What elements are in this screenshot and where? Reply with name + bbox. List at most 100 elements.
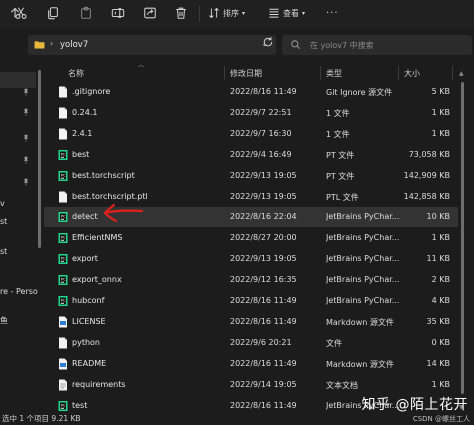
doc-icon bbox=[58, 107, 68, 119]
nav-scrollbar[interactable] bbox=[38, 70, 41, 248]
sidebar-item[interactable]: v bbox=[0, 194, 40, 214]
pycharm-icon: PC bbox=[58, 274, 68, 286]
rename-icon[interactable] bbox=[111, 6, 125, 20]
file-name: best.torchscript.ptl bbox=[72, 191, 148, 201]
sort-button[interactable]: 排序 ▾ bbox=[208, 6, 245, 20]
pin-icon bbox=[22, 156, 30, 164]
file-type: Git Ignore 源文件 bbox=[326, 88, 393, 97]
delete-icon[interactable] bbox=[174, 6, 188, 20]
column-header-name[interactable]: 名称 bbox=[68, 68, 84, 79]
file-size: 11 KB bbox=[426, 254, 450, 264]
file-type: Markdown 源文件 bbox=[326, 359, 394, 369]
file-date: 2022/9/12 16:35 bbox=[230, 275, 297, 285]
file-row[interactable]: PC export 2022/9/13 19:05 JetBrains PyChar.… bbox=[44, 249, 458, 269]
file-row[interactable]: PC export_onnx 2022/9/12 16:35 JetBrains Py… bbox=[44, 270, 458, 290]
svg-text:PC: PC bbox=[61, 215, 66, 219]
file-row[interactable]: LICENSE 2022/8/16 11:49 Markdown 源文件 35 KB bbox=[44, 312, 458, 332]
file-type: Markdown 源文件 bbox=[326, 317, 394, 327]
sidebar-item[interactable]: re - Perso bbox=[0, 282, 40, 302]
watermark-zhihu: 知乎 @陌上花开 bbox=[361, 397, 468, 413]
view-label: 查看 bbox=[283, 8, 299, 18]
file-date: 2022/9/13 19:05 bbox=[230, 254, 297, 264]
file-size: 142,858 KB bbox=[403, 191, 450, 201]
file-name: python bbox=[72, 337, 100, 347]
file-row[interactable]: 0.24.1 2022/9/7 22:51 1 文件 1 KB bbox=[44, 103, 458, 123]
chevron-down-icon: ▾ bbox=[242, 9, 246, 17]
sidebar-item[interactable]: st bbox=[0, 212, 40, 232]
file-type: 文本文档 bbox=[326, 380, 358, 390]
view-button[interactable]: 查看 ▾ bbox=[268, 6, 305, 20]
column-divider[interactable] bbox=[398, 66, 399, 80]
file-date: 2022/9/6 20:21 bbox=[230, 337, 292, 347]
file-row[interactable]: PC hubconf 2022/8/16 11:49 JetBrains PyChar… bbox=[44, 291, 458, 311]
folder-icon bbox=[34, 41, 45, 49]
sidebar-item[interactable] bbox=[0, 172, 40, 192]
search-box[interactable]: 在 yolov7 中搜索 bbox=[282, 35, 472, 55]
sidebar-item[interactable] bbox=[0, 82, 40, 102]
file-size: 2 KB bbox=[431, 275, 450, 285]
file-type: JetBrains PyChar... bbox=[326, 254, 400, 264]
file-row[interactable]: 2.4.1 2022/9/7 16:30 1 文件 1 KB bbox=[44, 124, 458, 144]
column-header-size[interactable]: 大小 bbox=[404, 68, 420, 79]
more-options-button[interactable]: ··· bbox=[326, 6, 339, 20]
file-name: detect bbox=[72, 212, 98, 222]
file-type: 文件 bbox=[326, 338, 342, 348]
file-size: 5 KB bbox=[431, 87, 450, 96]
pycharm-icon: PC bbox=[58, 295, 68, 307]
sidebar-item-label: 鱼 bbox=[0, 316, 8, 325]
pycharm-icon: PC bbox=[58, 232, 68, 244]
file-type: PT 文件 bbox=[326, 171, 355, 181]
scroll-up-icon[interactable]: ▲ bbox=[459, 70, 464, 77]
breadcrumb[interactable]: yolov7 bbox=[60, 40, 88, 50]
file-row[interactable]: README 2022/8/16 11:49 Markdown 源文件 14 KB bbox=[44, 354, 458, 374]
file-row[interactable]: PC best 2022/9/4 16:49 PT 文件 73,058 KB bbox=[44, 145, 458, 165]
pin-icon bbox=[22, 134, 30, 142]
sidebar-item[interactable] bbox=[0, 150, 40, 170]
view-icon bbox=[269, 8, 279, 18]
search-icon bbox=[291, 40, 300, 49]
svg-text:PC: PC bbox=[61, 173, 66, 177]
file-size: 1 KB bbox=[431, 128, 450, 138]
file-list-scrollbar[interactable] bbox=[461, 82, 464, 394]
column-header-date[interactable]: 修改日期 bbox=[230, 68, 262, 79]
up-arrow-icon[interactable] bbox=[9, 7, 21, 19]
file-name: EfficientNMS bbox=[72, 233, 123, 243]
sidebar-item[interactable]: 鱼 bbox=[0, 310, 40, 330]
file-date: 2022/8/27 20:00 bbox=[230, 233, 297, 243]
column-divider[interactable] bbox=[452, 66, 453, 80]
sidebar-item[interactable] bbox=[0, 128, 40, 148]
file-size: 142,909 KB bbox=[403, 170, 450, 180]
file-size: 1 KB bbox=[431, 233, 450, 243]
column-header-type[interactable]: 类型 bbox=[326, 68, 342, 79]
file-row[interactable]: PC best.torchscript 2022/9/13 19:05 PT 文件 14… bbox=[44, 166, 458, 186]
sidebar-item[interactable] bbox=[0, 102, 40, 122]
copy-icon[interactable] bbox=[46, 6, 60, 20]
doc-icon bbox=[58, 86, 68, 98]
file-size: 14 KB bbox=[426, 358, 450, 368]
file-name: requirements bbox=[72, 379, 126, 389]
file-type: JetBrains PyChar... bbox=[326, 212, 400, 222]
address-bar[interactable]: › yolov7 ⌄ bbox=[28, 35, 276, 55]
share-icon[interactable] bbox=[143, 6, 157, 20]
file-date: 2022/8/16 11:49 bbox=[230, 296, 297, 305]
column-divider[interactable] bbox=[320, 66, 321, 80]
file-row[interactable]: .gitignore 2022/8/16 11:49 Git Ignore 源文件 5… bbox=[44, 82, 458, 102]
paste-icon[interactable] bbox=[79, 6, 93, 20]
file-name: hubconf bbox=[72, 296, 105, 305]
file-date: 2022/9/7 22:51 bbox=[230, 107, 292, 117]
refresh-icon[interactable] bbox=[262, 36, 274, 48]
pycharm-icon: PC bbox=[58, 253, 68, 265]
doc-icon bbox=[58, 128, 68, 140]
column-divider[interactable] bbox=[224, 66, 225, 80]
file-row[interactable]: requirements 2022/9/14 19:05 文本文档 1 KB bbox=[44, 375, 458, 395]
file-type: 1 文件 bbox=[326, 108, 350, 118]
file-type: JetBrains PyChar... bbox=[326, 233, 400, 243]
pycharm-icon: PC bbox=[58, 149, 68, 161]
svg-text:PC: PC bbox=[61, 257, 66, 261]
sidebar-item[interactable]: st bbox=[0, 242, 40, 262]
search-placeholder: 在 yolov7 中搜索 bbox=[310, 41, 374, 50]
file-size: 73,058 KB bbox=[408, 149, 450, 159]
file-row[interactable]: python 2022/9/6 20:21 文件 0 KB bbox=[44, 333, 458, 353]
red-arrow-annotation-icon bbox=[103, 203, 144, 223]
file-row[interactable]: PC EfficientNMS 2022/8/27 20:00 JetBrains P… bbox=[44, 228, 458, 248]
